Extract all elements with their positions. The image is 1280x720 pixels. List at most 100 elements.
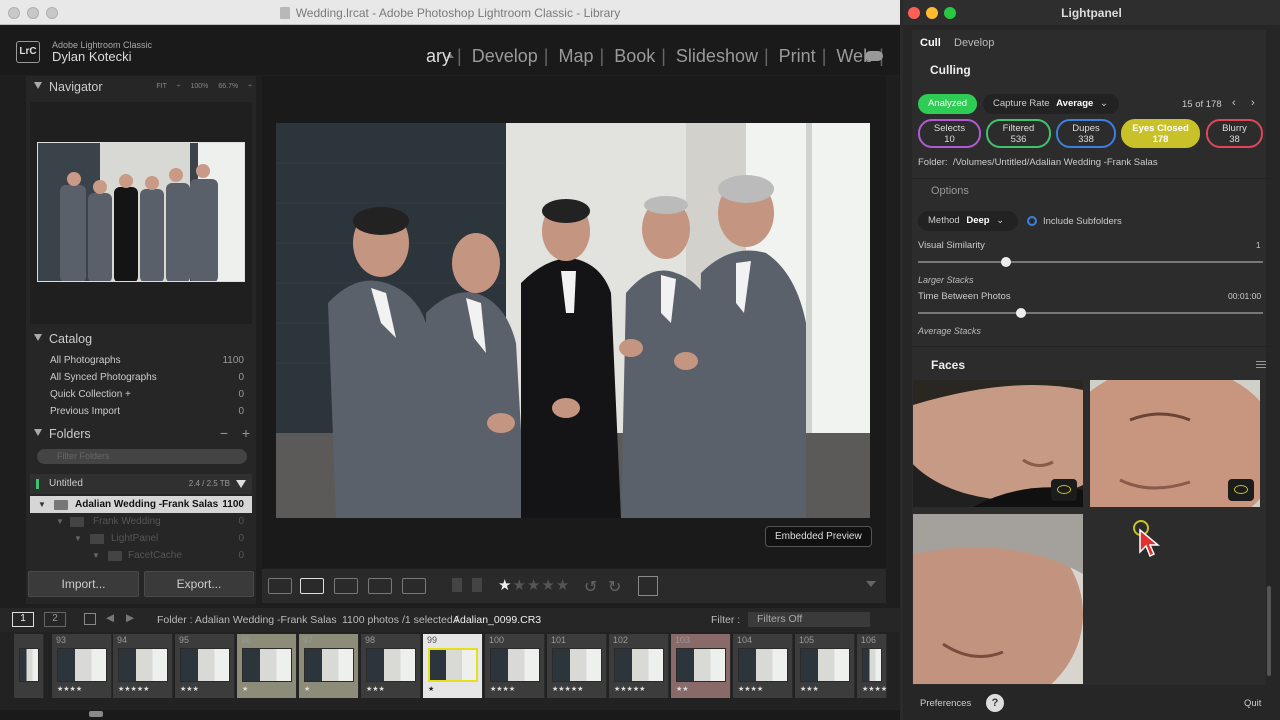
monitor-1-button[interactable]: 1 — [12, 612, 34, 627]
face-thumbnail[interactable] — [913, 514, 1083, 684]
star-rating[interactable]: ★★★★★ — [498, 576, 570, 594]
filmstrip-thumbnail[interactable] — [118, 648, 168, 682]
filmstrip-thumbnail[interactable] — [490, 648, 540, 682]
filmstrip-thumbnail[interactable] — [304, 648, 354, 682]
previous-icon[interactable]: ‹ — [1232, 97, 1236, 109]
tab-cull[interactable]: Cull — [920, 37, 941, 49]
grid-icon[interactable] — [84, 613, 96, 625]
capture-rate-select[interactable]: Capture Rate Average ⌄ — [983, 94, 1119, 114]
slider-knob[interactable] — [1016, 308, 1026, 318]
folder-item-selected[interactable]: ▼ Adalian Wedding -Frank Salas 1100 — [30, 496, 252, 513]
filmstrip-cell[interactable]: 101 ★★★★★ — [547, 634, 607, 698]
filmstrip-thumbnail[interactable] — [180, 648, 230, 682]
time-between-slider[interactable] — [918, 308, 1263, 318]
face-thumbnail[interactable] — [1090, 380, 1260, 507]
filmstrip-thumbnail[interactable] — [862, 648, 882, 682]
selected-filename[interactable]: Adalian_0099.CR3 — [453, 614, 541, 626]
filmstrip-cell[interactable]: 97 ★ — [299, 634, 359, 698]
folder-search-input[interactable]: Filter Folders — [37, 449, 247, 464]
scroll-thumb[interactable] — [89, 711, 103, 717]
visual-similarity-slider[interactable] — [918, 257, 1263, 267]
source-folder[interactable]: Folder : Adalian Wedding -Frank Salas — [157, 614, 337, 626]
next-icon[interactable]: › — [1251, 97, 1255, 109]
people-view-icon[interactable] — [402, 578, 426, 594]
face-thumbnail[interactable] — [913, 380, 1083, 507]
volume-menu-icon[interactable] — [236, 480, 246, 488]
main-photo[interactable] — [276, 123, 870, 518]
embedded-preview-button[interactable]: Embedded Preview — [765, 526, 872, 547]
loupe-view-icon[interactable] — [300, 578, 324, 594]
cloud-icon[interactable] — [865, 51, 883, 61]
method-select[interactable]: Method Deep ⌄ — [918, 211, 1018, 231]
folder-item[interactable]: ▼ LightPanel 0 — [30, 530, 252, 547]
crop-icon[interactable] — [638, 576, 658, 596]
catalog-header[interactable]: Catalog — [26, 328, 256, 350]
module-develop[interactable]: Develop — [472, 46, 538, 66]
star-icon[interactable]: ★ — [512, 577, 526, 594]
quit-button[interactable]: Quit — [1244, 698, 1261, 709]
import-button[interactable]: Import... — [28, 571, 139, 597]
tab-develop[interactable]: Develop — [954, 37, 994, 49]
filmstrip-cell[interactable]: 106 ★★★★ — [857, 634, 887, 698]
star-icon[interactable]: ★ — [498, 577, 512, 594]
filmstrip-thumbnail[interactable] — [676, 648, 726, 682]
navigator-thumbnail[interactable] — [37, 142, 245, 282]
menu-icon[interactable] — [1256, 361, 1266, 368]
navigator-header[interactable]: Navigator FIT ÷ 100% 66.7% ÷ — [26, 76, 256, 98]
filmstrip-cell[interactable]: 94 ★★★★★ — [113, 634, 173, 698]
filmstrip-thumbnail[interactable] — [738, 648, 788, 682]
export-button[interactable]: Export... — [144, 571, 254, 597]
filter-chip[interactable]: Selects 10 — [918, 119, 981, 148]
filmstrip-cell[interactable]: 98 ★★★ — [361, 634, 421, 698]
navigator-preview[interactable] — [30, 102, 252, 324]
filmstrip-scrollbar[interactable] — [0, 710, 900, 720]
filter-chip[interactable]: Dupes 338 — [1056, 119, 1116, 148]
filmstrip-cell[interactable]: 93 ★★★★ — [52, 634, 112, 698]
remove-folder-icon[interactable]: − — [220, 425, 228, 441]
catalog-item[interactable]: Previous Import 0 — [30, 403, 252, 420]
module-book[interactable]: Book — [614, 46, 655, 66]
filmstrip-thumbnail[interactable] — [19, 648, 39, 682]
preferences-button[interactable]: Preferences — [920, 698, 971, 709]
navigator-zoom-options[interactable]: FIT ÷ 100% 66.7% ÷ — [156, 83, 252, 90]
volume-row[interactable]: Untitled 2.4 / 2.5 TB — [30, 474, 252, 494]
filmstrip-cell[interactable] — [14, 634, 44, 698]
module-library[interactable]: ary — [426, 46, 451, 66]
star-icon[interactable]: ★ — [527, 577, 541, 594]
filmstrip-cell[interactable]: 103 ★★ — [671, 634, 731, 698]
filmstrip-cell[interactable]: 105 ★★★ — [795, 634, 855, 698]
module-slideshow[interactable]: Slideshow — [676, 46, 758, 66]
options-title[interactable]: Options — [931, 185, 969, 197]
filmstrip-cell[interactable]: 102 ★★★★★ — [609, 634, 669, 698]
filmstrip-thumbnail[interactable] — [366, 648, 416, 682]
filmstrip-cell[interactable]: 95 ★★★ — [175, 634, 235, 698]
module-map[interactable]: Map — [558, 46, 593, 66]
filter-chip[interactable]: Filtered 536 — [986, 119, 1051, 148]
filmstrip-cell[interactable]: 99 ★ — [423, 634, 483, 698]
faces-scrollbar[interactable] — [1267, 586, 1271, 676]
star-icon[interactable]: ★ — [556, 577, 570, 594]
catalog-item[interactable]: All Synced Photographs 0 — [30, 369, 252, 386]
module-print[interactable]: Print — [779, 46, 816, 66]
survey-view-icon[interactable] — [368, 578, 392, 594]
star-icon[interactable]: ★ — [541, 577, 555, 594]
include-subfolders-radio[interactable] — [1027, 216, 1037, 226]
back-arrow-icon[interactable]: ◀ — [106, 612, 114, 624]
monitor-2-button[interactable]: 2 — [44, 612, 66, 627]
filmstrip-thumbnail[interactable] — [57, 648, 107, 682]
filmstrip-cell[interactable]: 96 ★ — [237, 634, 297, 698]
catalog-item[interactable]: All Photographs 1100 — [30, 352, 252, 369]
slider-knob[interactable] — [1001, 257, 1011, 267]
filmstrip-cell[interactable]: 104 ★★★★ — [733, 634, 793, 698]
flag-reject-icon[interactable] — [472, 578, 482, 592]
forward-arrow-icon[interactable]: ▶ — [126, 612, 134, 624]
toolbar-menu-icon[interactable] — [866, 581, 876, 587]
filmstrip-cell[interactable]: 100 ★★★★ — [485, 634, 545, 698]
add-folder-icon[interactable]: + — [242, 425, 250, 441]
filter-select[interactable]: Filters Off — [748, 612, 870, 627]
filmstrip-thumbnail[interactable] — [614, 648, 664, 682]
flag-pick-icon[interactable] — [452, 578, 462, 592]
filmstrip-thumbnail[interactable] — [242, 648, 292, 682]
filmstrip-thumbnail[interactable] — [800, 648, 850, 682]
help-button[interactable]: ? — [986, 694, 1004, 712]
